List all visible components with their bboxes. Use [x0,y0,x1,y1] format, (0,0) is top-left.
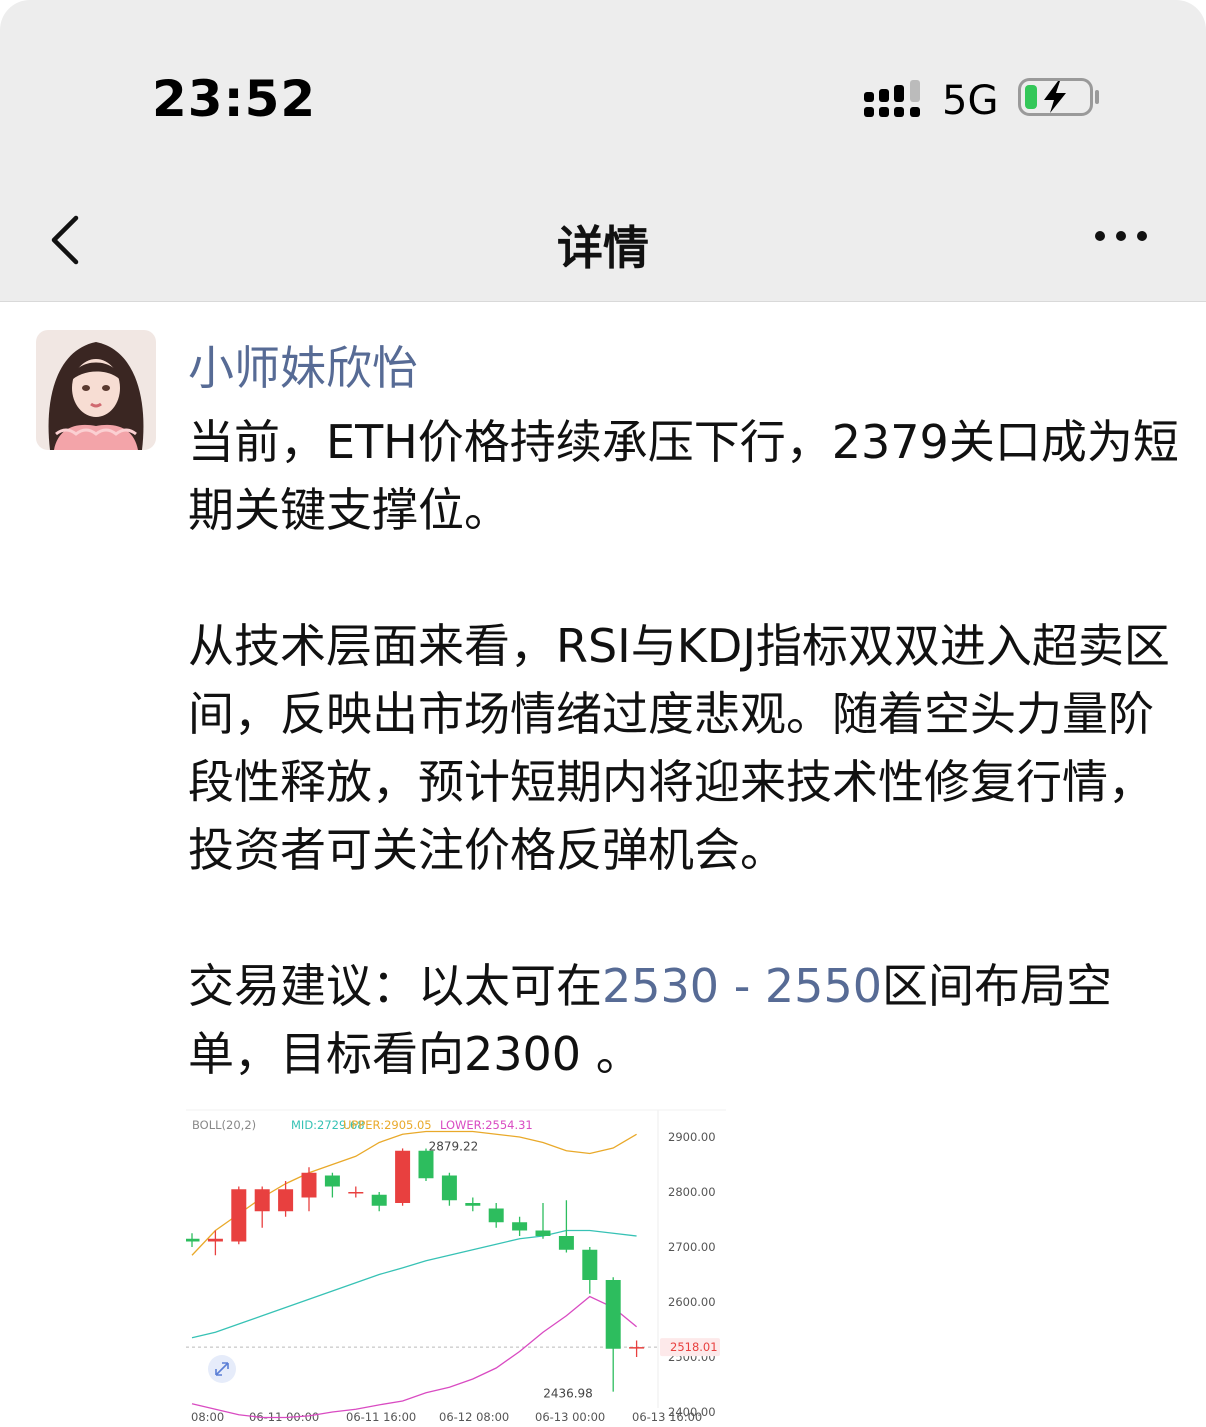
trade-advice: 交易建议：以太可在2530 - 2550区间布局空单，目标看向2300 。 [188,952,1198,1088]
candle-body [231,1189,247,1242]
candle-body [278,1189,294,1212]
battery-charging-icon [1018,78,1099,116]
max-price-label: 2879.22 [429,1139,479,1153]
candle-body [441,1175,457,1201]
indicator-name: BOLL(20,2) [192,1118,256,1132]
page-title: 详情 [557,221,649,275]
expand-icon[interactable] [208,1355,236,1383]
candle-body [186,1238,200,1242]
candle-body [254,1189,270,1212]
indicator-lower: LOWER:2554.31 [440,1118,533,1132]
signal-bars-icon [864,80,920,117]
candle-body [418,1150,434,1179]
candle-body [488,1208,504,1223]
candle-body [605,1280,621,1349]
more-horizontal-icon[interactable] [1088,224,1158,248]
candle-body [558,1236,574,1250]
x-tick-label: 08:00 [191,1410,224,1424]
y-tick-label: 2600.00 [668,1295,716,1309]
x-tick-label: 06-12 08:00 [439,1410,509,1424]
y-tick-label: 2900.00 [668,1130,716,1144]
x-tick-label: 06-13 16:00 [632,1410,702,1424]
candle-body [535,1230,551,1236]
advice-prefix: 交易建议：以太可在 [188,959,602,1013]
author-name[interactable]: 小师妹欣怡 [188,332,418,398]
candle-body [629,1347,645,1349]
candle-body [324,1175,340,1187]
status-bar: 23:52 5G [0,0,1206,190]
candle-body [348,1192,364,1194]
candle-body [207,1238,223,1242]
min-price-label: 2436.98 [543,1387,593,1401]
candle-body [465,1203,481,1206]
y-tick-label: 2700.00 [668,1240,716,1254]
y-tick-label: 2800.00 [668,1185,716,1199]
indicator-upper: UPPER:2905.05 [343,1118,432,1132]
candle-body [371,1194,387,1206]
price-range-link[interactable]: 2530 - 2550 [602,959,882,1013]
candle-body [395,1150,411,1203]
nav-bar: 详情 [0,190,1206,302]
post-paragraph: 当前，ETH价格持续承压下行，2379关口成为短期关键支撑位。 [188,415,1179,537]
x-tick-label: 06-13 00:00 [535,1410,605,1424]
avatar[interactable] [36,330,156,450]
post-text: 当前，ETH价格持续承压下行，2379关口成为短期关键支撑位。 从技术层面来看，… [188,408,1198,1088]
post-paragraph: 从技术层面来看，RSI与KDJ指标双双进入超卖区间，反映出市场情绪过度悲观。随着… [188,619,1170,877]
candle-body [512,1222,528,1231]
status-time: 23:52 [152,70,317,128]
x-tick-label: 06-11 16:00 [346,1410,416,1424]
network-label: 5G [942,78,999,124]
candle-body [301,1172,317,1198]
last-price-label: 2518.01 [670,1340,718,1354]
candle-body [582,1249,598,1280]
candlestick-chart[interactable]: 2900.002800.002700.002600.002500.002400.… [186,1108,726,1427]
